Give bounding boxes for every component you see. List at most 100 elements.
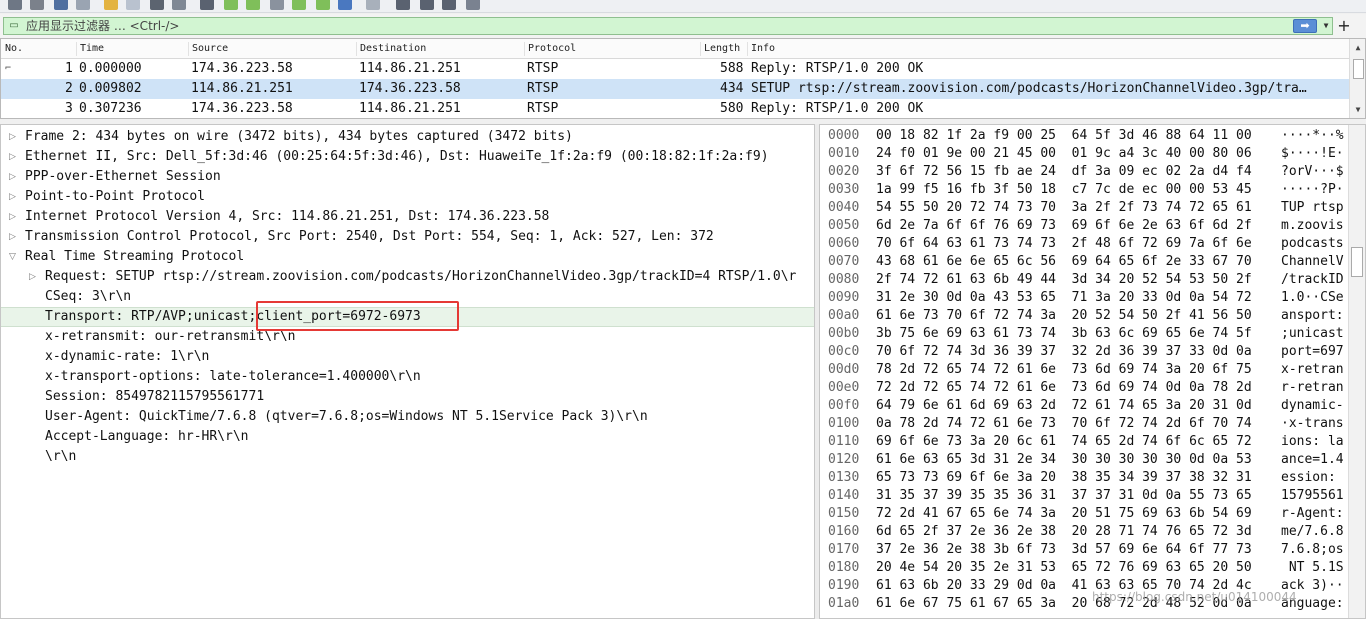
hex-row[interactable]: 0090 31 2e 30 0d 0a 43 53 65 71 3a 20 33 … (820, 289, 1359, 307)
column-header-source[interactable]: Source (188, 42, 228, 56)
expand-arrow-icon[interactable]: ▷ (9, 207, 21, 227)
normal-size-icon[interactable] (442, 0, 456, 10)
apply-filter-button[interactable]: ➡ (1293, 19, 1317, 33)
hex-row[interactable]: 0140 31 35 37 39 35 35 36 31 37 37 31 0d … (820, 487, 1359, 505)
packet-row[interactable]: ⌐ 1 0.000000 174.36.223.58 114.86.21.251… (1, 59, 1349, 79)
hex-row[interactable]: 00a0 61 6e 73 70 6f 72 74 3a 20 52 54 50 … (820, 307, 1348, 325)
hex-row[interactable]: 0050 6d 2e 7a 6f 6f 76 69 73 69 6f 6e 2e … (820, 217, 1359, 235)
hex-row[interactable]: 0000 00 18 82 1f 2a f9 00 25 64 5f 3d 46 … (820, 127, 1359, 145)
hex-offset: 0040 (828, 200, 860, 215)
column-header-length[interactable]: Length (700, 42, 740, 56)
hex-row[interactable]: 00e0 72 2d 72 65 74 72 61 6e 73 6d 69 74 … (820, 379, 1359, 397)
last-packet-icon[interactable] (316, 0, 330, 10)
packet-row-selected[interactable]: 2 0.009802 114.86.21.251 174.36.223.58 R… (1, 79, 1349, 99)
tree-item-frame[interactable]: ▷ Frame 2: 434 bytes on wire (3472 bits)… (1, 127, 814, 147)
hex-row[interactable]: 0030 1a 99 f5 16 fb 3f 50 18 c7 7c de ec … (820, 181, 1348, 199)
column-header-info[interactable]: Info (747, 42, 775, 56)
tree-item-request[interactable]: ▷ Request: SETUP rtsp://stream.zoovision… (1, 267, 814, 287)
scrollbar-thumb[interactable] (1353, 59, 1364, 79)
reload-file-icon[interactable] (172, 0, 186, 10)
start-capture-icon[interactable] (8, 0, 22, 10)
hex-row[interactable]: 00c0 70 6f 72 74 3d 36 39 37 32 2d 36 39 … (820, 343, 1359, 361)
hex-row[interactable]: 0160 6d 65 2f 37 2e 36 2e 38 20 28 71 74 … (820, 523, 1348, 541)
zoom-out-icon[interactable] (420, 0, 434, 10)
hex-bytes: 3b 75 6e 69 63 61 73 74 3b 63 6c 69 65 6… (876, 326, 1252, 341)
hex-row[interactable]: 0130 65 73 73 69 6f 6e 3a 20 38 35 34 39 … (820, 469, 1359, 487)
tree-item-ethernet[interactable]: ▷ Ethernet II, Src: Dell_5f:3d:46 (00:25… (1, 147, 814, 167)
tree-item-pppoe[interactable]: ▷ PPP-over-Ethernet Session (1, 167, 814, 187)
zoom-in-icon[interactable] (396, 0, 410, 10)
column-header-time[interactable]: Time (76, 42, 104, 56)
expand-arrow-icon[interactable]: ▷ (9, 227, 21, 247)
open-file-icon[interactable] (104, 0, 118, 10)
hex-row[interactable]: 0010 24 f0 01 9e 00 21 45 00 01 9c a4 3c … (820, 145, 1348, 163)
hex-row[interactable]: 0020 3f 6f 72 56 15 fb ae 24 df 3a 09 ec … (820, 163, 1348, 181)
scroll-down-icon[interactable]: ▼ (1353, 105, 1363, 115)
first-packet-icon[interactable] (292, 0, 306, 10)
expand-arrow-icon[interactable]: ▷ (9, 127, 21, 147)
hex-row[interactable]: 0150 72 2d 41 67 65 6e 74 3a 20 51 75 69 … (820, 505, 1348, 523)
bytes-pane-scrollbar[interactable] (1348, 125, 1365, 618)
close-file-icon[interactable] (150, 0, 164, 10)
tree-item-user-agent[interactable]: User-Agent: QuickTime/7.6.8 (qtver=7.6.8… (1, 407, 814, 427)
colorize-icon[interactable] (366, 0, 380, 10)
column-header-protocol[interactable]: Protocol (524, 42, 576, 56)
tree-item-rtsp[interactable]: ▽ Real Time Streaming Protocol (1, 247, 814, 267)
tree-item-label: Point-to-Point Protocol (25, 189, 206, 204)
hex-row[interactable]: 0080 2f 74 72 61 63 6b 49 44 3d 34 20 52 … (820, 271, 1359, 289)
go-to-packet-icon[interactable] (270, 0, 284, 10)
find-packet-icon[interactable] (200, 0, 214, 10)
autoscroll-icon[interactable] (338, 0, 352, 10)
hex-offset: 0010 (828, 146, 860, 161)
hex-row[interactable]: 0170 37 2e 36 2e 38 3b 6f 73 3d 57 69 6e … (820, 541, 1359, 559)
tree-item-x-transport-options[interactable]: x-transport-options: late-tolerance=1.40… (1, 367, 814, 387)
stop-capture-icon[interactable] (30, 0, 44, 10)
expand-arrow-icon[interactable]: ▷ (29, 267, 41, 287)
tree-item-x-dynamic-rate[interactable]: x-dynamic-rate: 1\r\n (1, 347, 814, 367)
scrollbar-thumb[interactable] (1351, 247, 1363, 277)
hex-row[interactable]: 00b0 3b 75 6e 69 63 61 73 74 3b 63 6c 69 … (820, 325, 1359, 343)
column-header-destination[interactable]: Destination (356, 42, 426, 56)
collapse-arrow-icon[interactable]: ▽ (9, 247, 21, 267)
tree-item-crlf[interactable]: \r\n (1, 447, 814, 467)
filter-bookmark-icon[interactable]: ▭ (7, 20, 21, 32)
packet-list-scrollbar[interactable]: ▲ ▼ (1349, 39, 1365, 118)
restart-capture-icon[interactable] (54, 0, 68, 10)
tree-item-accept-language[interactable]: Accept-Language: hr-HR\r\n (1, 427, 814, 447)
hex-row[interactable]: 0120 61 6e 63 65 3d 31 2e 34 30 30 30 30 … (820, 451, 1359, 469)
hex-offset: 0060 (828, 236, 860, 251)
expand-arrow-icon[interactable]: ▷ (9, 147, 21, 167)
hex-row[interactable]: 0040 54 55 50 20 72 74 73 70 3a 2f 2f 73 … (820, 199, 1359, 217)
hex-row[interactable]: 0060 70 6f 64 63 61 73 74 73 2f 48 6f 72 … (820, 235, 1359, 253)
packet-row[interactable]: 3 0.307236 174.36.223.58 114.86.21.251 R… (1, 99, 1349, 118)
hex-row[interactable]: 00f0 64 79 6e 61 6d 69 63 2d 72 61 74 65 … (820, 397, 1359, 415)
tree-item-session[interactable]: Session: 8549782115795561771 (1, 387, 814, 407)
save-file-icon[interactable] (126, 0, 140, 10)
display-filter-input[interactable]: ▭ 应用显示过滤器 … <Ctrl-/> ➡ ▼ (3, 17, 1333, 35)
hex-row[interactable]: 0180 20 4e 54 20 35 2e 31 53 65 72 76 69 … (820, 559, 1359, 577)
hex-row[interactable]: 00d0 78 2d 72 65 74 72 61 6e 73 6d 69 74 … (820, 361, 1359, 379)
go-forward-icon[interactable] (246, 0, 260, 10)
expand-arrow-icon[interactable]: ▷ (9, 167, 21, 187)
add-filter-button[interactable]: + (1336, 17, 1352, 35)
hex-bytes: 0a 78 2d 74 72 61 6e 73 70 6f 72 74 2d 6… (876, 416, 1252, 431)
capture-options-icon[interactable] (76, 0, 90, 10)
packet-protocol: RTSP (527, 101, 559, 116)
tree-item-ipv4[interactable]: ▷ Internet Protocol Version 4, Src: 114.… (1, 207, 814, 227)
watermark: https://blog.csdn.net/u014100044 (1092, 590, 1297, 604)
packet-no: 1 (65, 61, 73, 76)
expand-arrow-icon[interactable]: ▷ (9, 187, 21, 207)
tree-item-tcp[interactable]: ▷ Transmission Control Protocol, Src Por… (1, 227, 814, 247)
resize-columns-icon[interactable] (466, 0, 480, 10)
packet-destination: 114.86.21.251 (359, 101, 461, 116)
packet-no: 3 (65, 101, 73, 116)
tree-item-ppp[interactable]: ▷ Point-to-Point Protocol (1, 187, 814, 207)
column-header-no[interactable]: No. (2, 42, 23, 56)
hex-row[interactable]: 0100 0a 78 2d 74 72 61 6e 73 70 6f 72 74 … (820, 415, 1359, 433)
filter-history-dropdown[interactable]: ▼ (1320, 20, 1332, 32)
hex-row[interactable]: 0110 69 6f 6e 73 3a 20 6c 61 74 65 2d 74 … (820, 433, 1359, 451)
scroll-up-icon[interactable]: ▲ (1353, 43, 1363, 53)
hex-row[interactable]: 0070 43 68 61 6e 6e 65 6c 56 69 64 65 6f … (820, 253, 1359, 271)
packet-protocol: RTSP (527, 61, 559, 76)
go-back-icon[interactable] (224, 0, 238, 10)
